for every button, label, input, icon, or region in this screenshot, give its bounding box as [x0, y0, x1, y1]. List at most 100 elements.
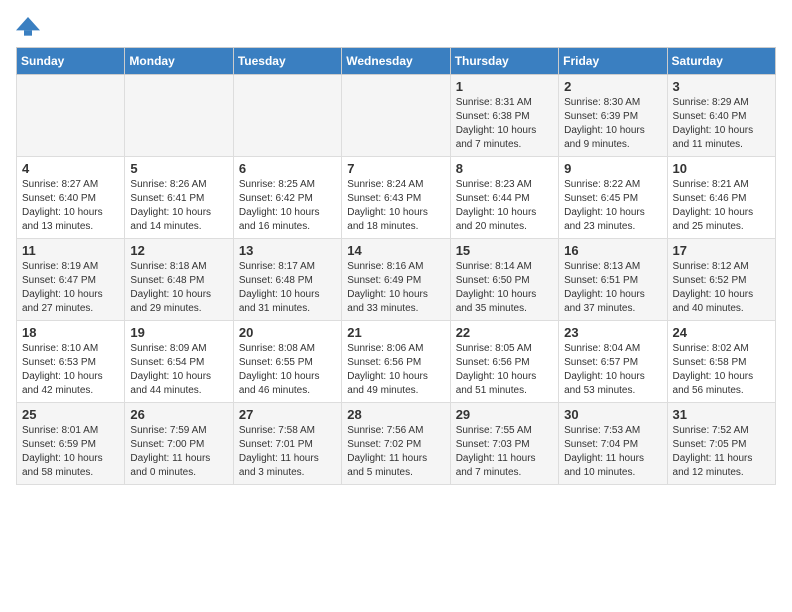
day-info: Sunrise: 8:08 AM Sunset: 6:55 PM Dayligh…	[239, 342, 336, 398]
day-number: 28	[347, 407, 444, 422]
calendar-cell: 8Sunrise: 8:23 AM Sunset: 6:44 PM Daylig…	[450, 157, 558, 239]
calendar-cell: 3Sunrise: 8:29 AM Sunset: 6:40 PM Daylig…	[667, 75, 775, 157]
logo	[16, 16, 44, 37]
calendar-cell: 6 Sunrise: 8:25 AM Sunset: 6:42 PM Daylig…	[233, 157, 341, 239]
day-number: 2	[564, 79, 661, 94]
day-info: Sunrise: 8:27 AM Sunset: 6:40 PM Dayligh…	[22, 178, 119, 234]
calendar-week-row: 25 Sunrise: 8:01 AM Sunset: 6:59 PM Dayli…	[17, 403, 776, 485]
day-info: Sunrise: 8:18 AM Sunset: 6:48 PM Dayligh…	[130, 260, 227, 316]
calendar-cell: 24 Sunrise: 8:02 AM Sunset: 6:58 PM Dayli…	[667, 321, 775, 403]
calendar-cell: 7 Sunrise: 8:24 AM Sunset: 6:43 PM Daylig…	[342, 157, 450, 239]
weekday-header: Saturday	[667, 48, 775, 75]
day-info: Sunrise: 8:16 AM Sunset: 6:49 PM Dayligh…	[347, 260, 444, 316]
calendar-cell: 20 Sunrise: 8:08 AM Sunset: 6:55 PM Dayli…	[233, 321, 341, 403]
day-number: 20	[239, 325, 336, 340]
day-info: Sunrise: 8:19 AM Sunset: 6:47 PM Dayligh…	[22, 260, 119, 316]
day-number: 25	[22, 407, 119, 422]
calendar-cell: 22 Sunrise: 8:05 AM Sunset: 6:56 PM Dayli…	[450, 321, 558, 403]
weekday-header: Wednesday	[342, 48, 450, 75]
day-number: 23	[564, 325, 661, 340]
day-info: Sunrise: 8:13 AM Sunset: 6:51 PM Dayligh…	[564, 260, 661, 316]
calendar-cell	[125, 75, 233, 157]
day-number: 31	[673, 407, 770, 422]
day-number: 24	[673, 325, 770, 340]
calendar-cell: 18 Sunrise: 8:10 AM Sunset: 6:53 PM Dayli…	[17, 321, 125, 403]
calendar-cell: 15 Sunrise: 8:14 AM Sunset: 6:50 PM Dayli…	[450, 239, 558, 321]
calendar-cell: 11 Sunrise: 8:19 AM Sunset: 6:47 PM Dayli…	[17, 239, 125, 321]
calendar-cell	[233, 75, 341, 157]
calendar-cell	[342, 75, 450, 157]
day-info: Sunrise: 8:01 AM Sunset: 6:59 PM Dayligh…	[22, 424, 119, 480]
day-info: Sunrise: 7:52 AM Sunset: 7:05 PM Dayligh…	[673, 424, 770, 480]
calendar-cell: 2 Sunrise: 8:30 AM Sunset: 6:39 PM Daylig…	[559, 75, 667, 157]
day-number: 12	[130, 243, 227, 258]
calendar-cell: 12 Sunrise: 8:18 AM Sunset: 6:48 PM Dayli…	[125, 239, 233, 321]
day-number: 11	[22, 243, 119, 258]
day-info: Sunrise: 8:30 AM Sunset: 6:39 PM Dayligh…	[564, 96, 661, 152]
day-info: Sunrise: 8:05 AM Sunset: 6:56 PM Dayligh…	[456, 342, 553, 398]
day-number: 21	[347, 325, 444, 340]
day-number: 19	[130, 325, 227, 340]
weekday-header: Thursday	[450, 48, 558, 75]
calendar-cell: 5 Sunrise: 8:26 AM Sunset: 6:41 PM Daylig…	[125, 157, 233, 239]
day-info: Sunrise: 8:23 AM Sunset: 6:44 PM Dayligh…	[456, 178, 553, 234]
day-number: 13	[239, 243, 336, 258]
calendar-cell: 9Sunrise: 8:22 AM Sunset: 6:45 PM Daylig…	[559, 157, 667, 239]
calendar-table: SundayMondayTuesdayWednesdayThursdayFrid…	[16, 47, 776, 485]
day-number: 26	[130, 407, 227, 422]
weekday-header: Tuesday	[233, 48, 341, 75]
day-info: Sunrise: 8:09 AM Sunset: 6:54 PM Dayligh…	[130, 342, 227, 398]
calendar-cell: 29 Sunrise: 7:55 AM Sunset: 7:03 PM Dayli…	[450, 403, 558, 485]
day-number: 7	[347, 161, 444, 176]
day-number: 3	[673, 79, 770, 94]
calendar-cell: 30Sunrise: 7:53 AM Sunset: 7:04 PM Dayli…	[559, 403, 667, 485]
calendar-cell: 28 Sunrise: 7:56 AM Sunset: 7:02 PM Dayli…	[342, 403, 450, 485]
day-info: Sunrise: 8:10 AM Sunset: 6:53 PM Dayligh…	[22, 342, 119, 398]
day-number: 9	[564, 161, 661, 176]
day-info: Sunrise: 8:02 AM Sunset: 6:58 PM Dayligh…	[673, 342, 770, 398]
weekday-header: Monday	[125, 48, 233, 75]
calendar-cell: 14Sunrise: 8:16 AM Sunset: 6:49 PM Dayli…	[342, 239, 450, 321]
day-number: 6	[239, 161, 336, 176]
calendar-cell: 13Sunrise: 8:17 AM Sunset: 6:48 PM Dayli…	[233, 239, 341, 321]
day-number: 27	[239, 407, 336, 422]
calendar-cell: 25 Sunrise: 8:01 AM Sunset: 6:59 PM Dayli…	[17, 403, 125, 485]
calendar-cell: 4Sunrise: 8:27 AM Sunset: 6:40 PM Daylig…	[17, 157, 125, 239]
calendar-cell: 23 Sunrise: 8:04 AM Sunset: 6:57 PM Dayli…	[559, 321, 667, 403]
calendar-cell: 17Sunrise: 8:12 AM Sunset: 6:52 PM Dayli…	[667, 239, 775, 321]
day-info: Sunrise: 8:24 AM Sunset: 6:43 PM Dayligh…	[347, 178, 444, 234]
day-info: Sunrise: 8:14 AM Sunset: 6:50 PM Dayligh…	[456, 260, 553, 316]
weekday-header: Friday	[559, 48, 667, 75]
calendar-cell: 10 Sunrise: 8:21 AM Sunset: 6:46 PM Dayli…	[667, 157, 775, 239]
calendar-cell: 31 Sunrise: 7:52 AM Sunset: 7:05 PM Dayli…	[667, 403, 775, 485]
day-number: 10	[673, 161, 770, 176]
day-info: Sunrise: 8:25 AM Sunset: 6:42 PM Dayligh…	[239, 178, 336, 234]
day-info: Sunrise: 7:56 AM Sunset: 7:02 PM Dayligh…	[347, 424, 444, 480]
day-info: Sunrise: 8:31 AM Sunset: 6:38 PM Dayligh…	[456, 96, 553, 152]
calendar-week-row: 18 Sunrise: 8:10 AM Sunset: 6:53 PM Dayli…	[17, 321, 776, 403]
calendar-week-row: 1 Sunrise: 8:31 AM Sunset: 6:38 PM Daylig…	[17, 75, 776, 157]
calendar-cell: 27 Sunrise: 7:58 AM Sunset: 7:01 PM Dayli…	[233, 403, 341, 485]
day-number: 17	[673, 243, 770, 258]
day-info: Sunrise: 8:21 AM Sunset: 6:46 PM Dayligh…	[673, 178, 770, 234]
calendar-week-row: 11 Sunrise: 8:19 AM Sunset: 6:47 PM Dayli…	[17, 239, 776, 321]
weekday-header: Sunday	[17, 48, 125, 75]
calendar-cell: 21Sunrise: 8:06 AM Sunset: 6:56 PM Dayli…	[342, 321, 450, 403]
day-number: 5	[130, 161, 227, 176]
calendar-cell: 1 Sunrise: 8:31 AM Sunset: 6:38 PM Daylig…	[450, 75, 558, 157]
page-header	[16, 16, 776, 37]
day-number: 18	[22, 325, 119, 340]
day-info: Sunrise: 8:26 AM Sunset: 6:41 PM Dayligh…	[130, 178, 227, 234]
day-info: Sunrise: 8:04 AM Sunset: 6:57 PM Dayligh…	[564, 342, 661, 398]
calendar-cell: 26Sunrise: 7:59 AM Sunset: 7:00 PM Dayli…	[125, 403, 233, 485]
day-number: 22	[456, 325, 553, 340]
day-number: 1	[456, 79, 553, 94]
calendar-cell: 19 Sunrise: 8:09 AM Sunset: 6:54 PM Dayli…	[125, 321, 233, 403]
calendar-header-row: SundayMondayTuesdayWednesdayThursdayFrid…	[17, 48, 776, 75]
day-info: Sunrise: 7:53 AM Sunset: 7:04 PM Dayligh…	[564, 424, 661, 480]
calendar-cell	[17, 75, 125, 157]
day-info: Sunrise: 7:58 AM Sunset: 7:01 PM Dayligh…	[239, 424, 336, 480]
day-number: 15	[456, 243, 553, 258]
day-info: Sunrise: 7:55 AM Sunset: 7:03 PM Dayligh…	[456, 424, 553, 480]
day-number: 29	[456, 407, 553, 422]
